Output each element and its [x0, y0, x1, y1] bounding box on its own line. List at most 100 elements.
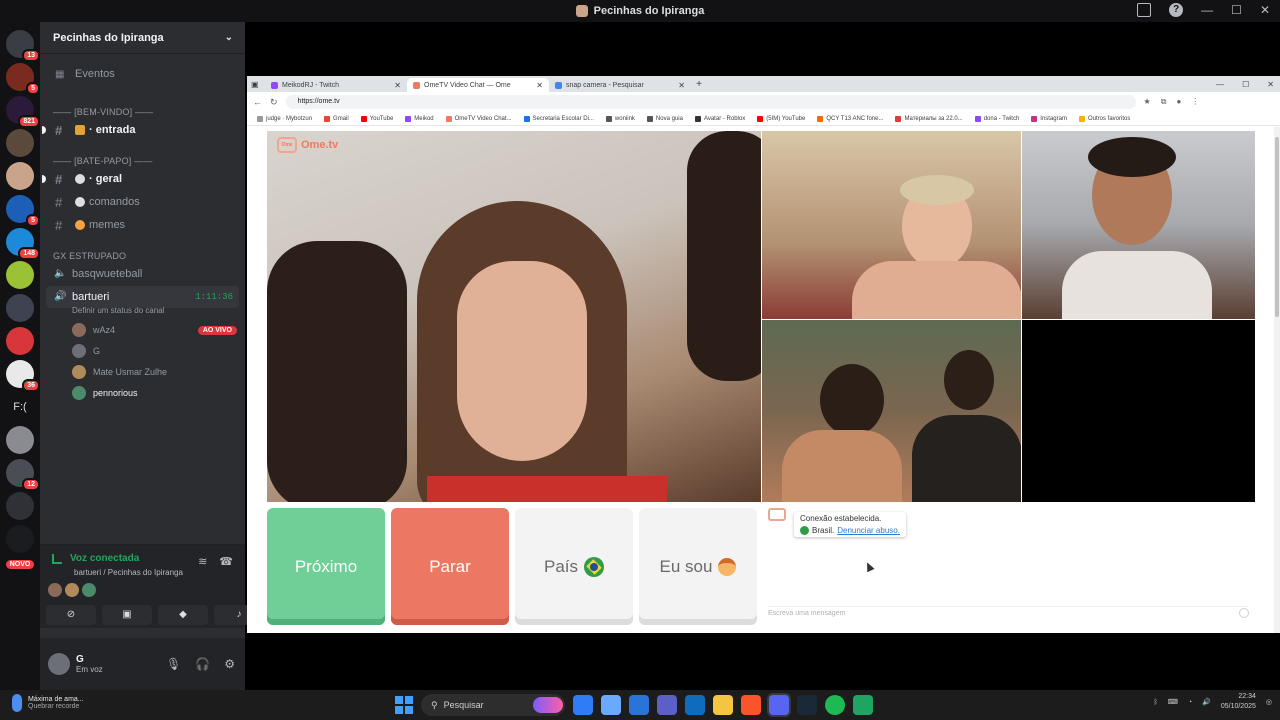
new-tab-button[interactable]: + [691, 78, 707, 92]
stop-button[interactable]: Parar [391, 508, 509, 625]
profile-icon[interactable]: ● [1176, 97, 1181, 107]
microphone-icon[interactable]: 🎙 [166, 657, 181, 671]
help-icon[interactable]: ? [1169, 3, 1184, 17]
signal-icon[interactable] [52, 553, 62, 564]
bookmark-item[interactable]: Материалы за 22.0... [895, 115, 963, 122]
chat-input[interactable]: Escreva uma mensagem [768, 606, 1248, 620]
taskbar-search[interactable]: ⚲ Pesquisar [421, 694, 565, 716]
scrollbar-thumb[interactable] [1275, 137, 1279, 317]
close-button[interactable]: ✕ [1260, 3, 1270, 17]
events-item[interactable]: ▦ Eventos [40, 64, 245, 84]
tab-search-icon[interactable]: ▣ [251, 78, 265, 92]
minimize-button[interactable]: — [1216, 78, 1224, 92]
bookmark-item[interactable]: Avatar - Roblox [694, 115, 745, 122]
bookmark-item[interactable]: YouTube [360, 115, 393, 122]
gear-icon[interactable]: ⚙ [224, 657, 235, 671]
server-icon[interactable] [6, 525, 34, 553]
address-bar[interactable]: https://ome.tv [285, 95, 1136, 109]
avatar[interactable] [48, 653, 70, 675]
country-button[interactable]: País [515, 508, 633, 625]
bookmark-item[interactable]: Nova guia [646, 115, 683, 122]
close-tab-icon[interactable]: ✕ [678, 81, 685, 90]
voice-channel-basq[interactable]: 🔈 basqwueteball [46, 263, 239, 285]
maximize-button[interactable]: ☐ [1242, 78, 1249, 92]
browser-tab[interactable]: MeikodRJ - Twitch ✕ [265, 78, 407, 92]
server-text-icon[interactable]: F:( [6, 393, 34, 421]
server-icon[interactable] [6, 426, 34, 454]
minimize-button[interactable]: — [1201, 3, 1213, 17]
voice-user[interactable]: wAz4 AO VIVO [72, 320, 237, 340]
disconnect-icon[interactable]: ☎ [219, 555, 233, 568]
bookmark-item[interactable]: judge · Mybotzun [257, 115, 312, 122]
close-tab-icon[interactable]: ✕ [536, 81, 543, 90]
bookmark-item[interactable]: Outros favoritos [1078, 115, 1130, 122]
close-tab-icon[interactable]: ✕ [394, 81, 401, 90]
gender-button[interactable]: Eu sou [639, 508, 757, 625]
discord-app-icon[interactable] [769, 695, 789, 715]
menu-icon[interactable]: ⋮ [1191, 97, 1199, 107]
next-button[interactable]: Próximo [267, 508, 385, 625]
channel-geral[interactable]: # · geral [40, 169, 245, 189]
wifi-icon[interactable]: ◔ [1188, 699, 1192, 706]
server-icon[interactable] [6, 294, 34, 322]
bookmark-item[interactable]: Meikod [405, 115, 434, 122]
extensions-icon[interactable]: ⧉ [1161, 97, 1167, 107]
bluetooth-icon[interactable]: ᛒ [1154, 699, 1158, 706]
bookmark-item[interactable]: woniink [605, 115, 635, 122]
bookmark-item[interactable]: Gmail [324, 115, 349, 122]
server-icon[interactable]: 5 [6, 63, 40, 95]
server-icon[interactable]: 821 [6, 96, 40, 128]
headphones-icon[interactable]: 🎧 [195, 657, 210, 671]
server-icon[interactable]: 5 [6, 195, 40, 227]
camera-off-button[interactable]: ⊘ [46, 605, 96, 625]
server-icon[interactable] [6, 129, 34, 157]
server-icon[interactable]: 148 [6, 228, 40, 260]
browser-tab[interactable]: snap camera - Pesquisar ✕ [549, 78, 691, 92]
whatsapp-app-icon[interactable] [853, 695, 873, 715]
ometv-logo[interactable]: Ome Ome.tv [277, 137, 338, 153]
voice-channel-bartueri[interactable]: 🔊 bartueri 1:11:36 [46, 286, 239, 308]
server-icon[interactable]: 12 [6, 459, 40, 491]
calculator-app-icon[interactable] [629, 695, 649, 715]
emoji-icon[interactable] [1239, 608, 1249, 618]
weather-widget[interactable]: Máxima de ama... Quebrar recorde [12, 694, 84, 712]
channel-memes[interactable]: # memes [40, 215, 245, 235]
volume-icon[interactable]: 🔊 [1202, 698, 1211, 706]
category-chat[interactable]: —— [BATE-PAPO] —— [53, 156, 153, 166]
bookmark-item[interactable]: QCY T13 ANC fone... [817, 115, 883, 122]
bookmark-item[interactable]: Instagram [1031, 115, 1067, 122]
server-icon[interactable] [6, 327, 34, 355]
discord-home-icon[interactable]: 13 [6, 30, 40, 62]
voice-user[interactable]: G [72, 341, 237, 361]
server-icon[interactable]: 36 [6, 360, 40, 392]
channel-comandos[interactable]: # comandos [40, 192, 245, 212]
bookmark-star-icon[interactable]: ★ [1144, 97, 1151, 107]
steam-app-icon[interactable] [797, 695, 817, 715]
voice-user[interactable]: pennorious [72, 383, 237, 403]
inbox-icon[interactable] [1137, 3, 1152, 17]
bookmark-item[interactable]: OmeTV Video Chat... [445, 115, 512, 122]
voice-user[interactable]: Mate Usmar Zulhe [72, 362, 237, 382]
teams-app-icon[interactable] [657, 695, 677, 715]
channel-entrada[interactable]: # · entrada [40, 120, 245, 140]
screen-share-button[interactable]: ▣ [102, 605, 152, 625]
windows-start-icon[interactable] [395, 696, 413, 714]
noise-suppression-icon[interactable]: ≋ [198, 555, 207, 568]
server-icon[interactable] [6, 261, 34, 289]
close-button[interactable]: ✕ [1267, 78, 1274, 92]
brave-app-icon[interactable] [741, 695, 761, 715]
reload-icon[interactable]: ↻ [270, 97, 278, 108]
category-welcome[interactable]: —— [BEM-VINDO] —— [53, 107, 153, 117]
spotify-app-icon[interactable] [825, 695, 845, 715]
outlook-app-icon[interactable] [685, 695, 705, 715]
activities-button[interactable]: ◆ [158, 605, 208, 625]
channel-status-prompt[interactable]: Definir um status do canal [72, 306, 165, 315]
browser-tab[interactable]: OmeTV Video Chat — Ome ✕ [407, 78, 549, 92]
maximize-button[interactable]: ☐ [1231, 3, 1242, 17]
category-voice[interactable]: GX ESTRUPADO [53, 251, 126, 261]
clock[interactable]: 22:34 05/10/2025 [1221, 692, 1256, 712]
bookmark-item[interactable]: (5IM) YouTube [757, 115, 805, 122]
server-icon[interactable] [6, 162, 34, 190]
bookmark-item[interactable]: dona - Twitch [974, 115, 1019, 122]
back-icon[interactable]: ← [253, 97, 262, 107]
